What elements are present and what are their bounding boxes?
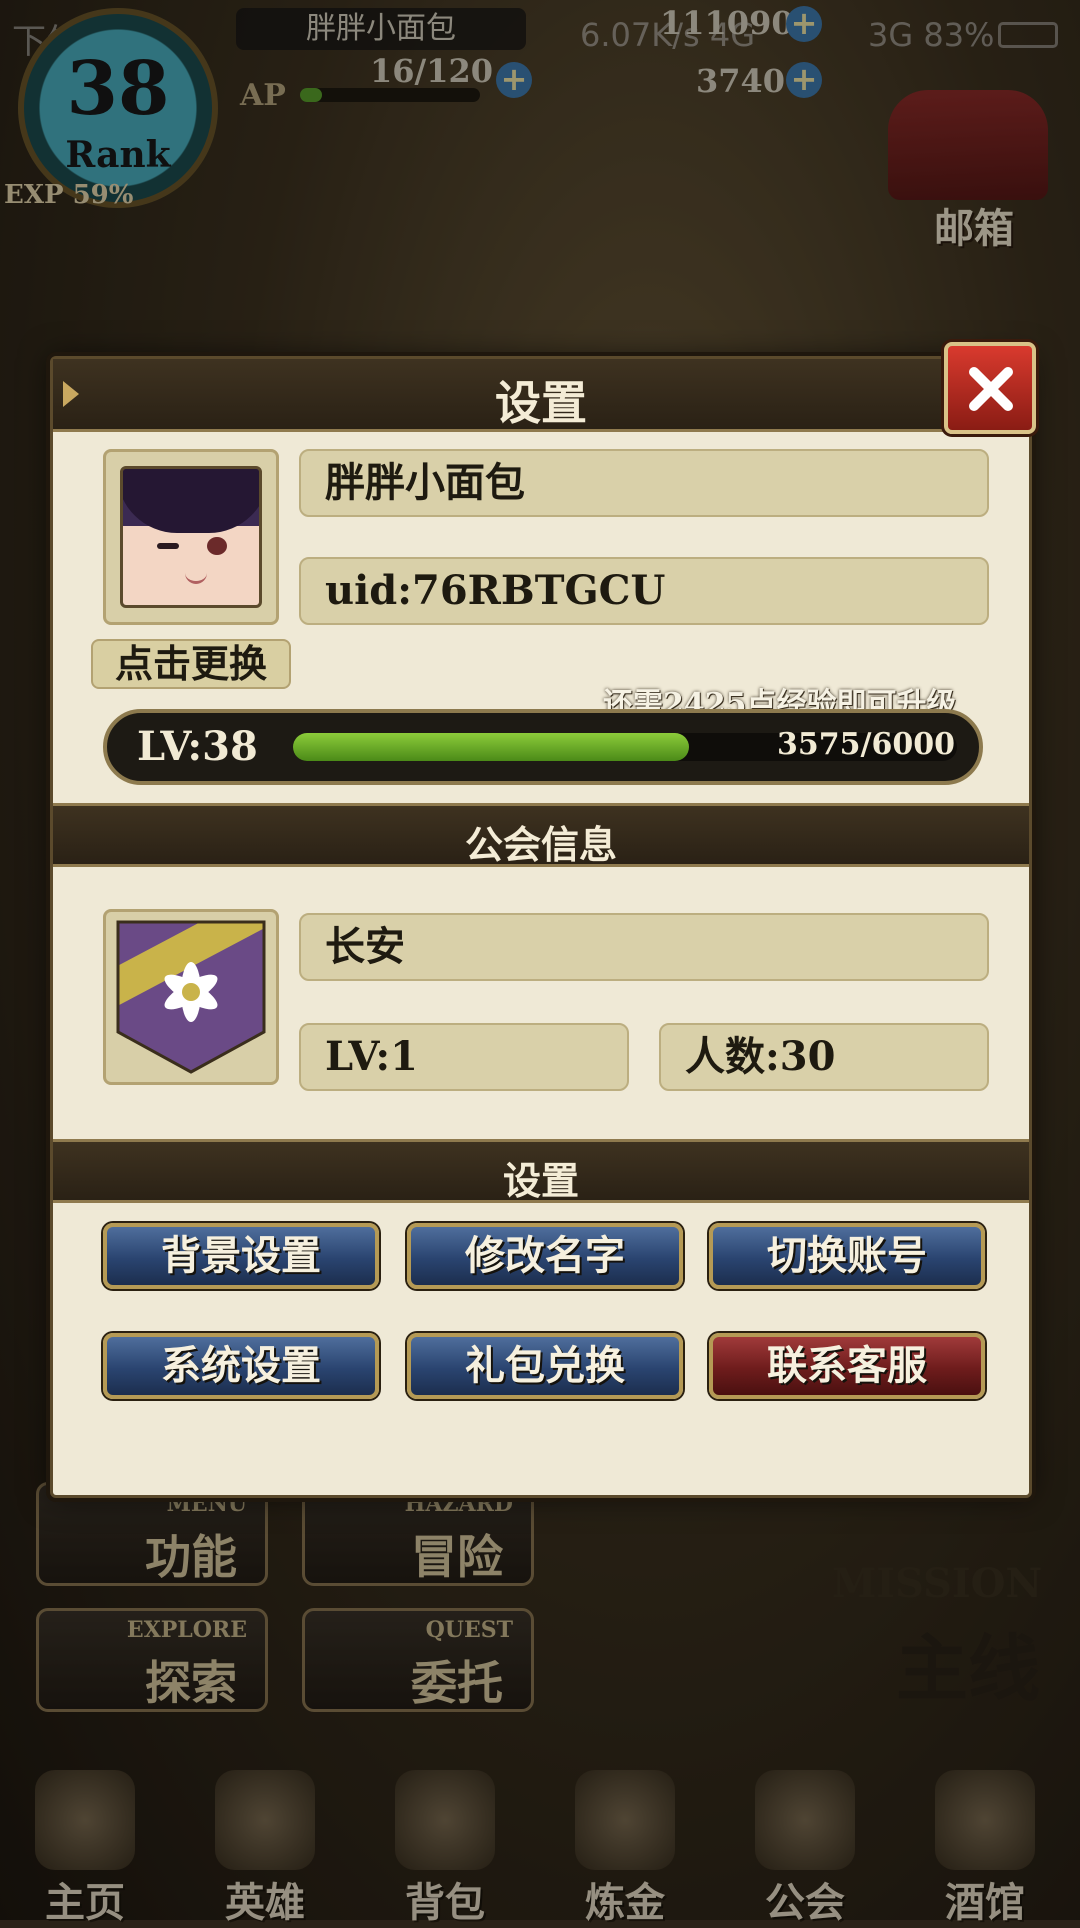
settings-section-title: 设置 — [502, 1158, 579, 1203]
dialog-title: 设置 — [495, 376, 587, 430]
uid-field: uid:76RBTGCU — [299, 557, 989, 625]
guild-section-header: 公会信息 — [53, 803, 1029, 867]
contact-support-button[interactable]: 联系客服 — [709, 1333, 985, 1399]
avatar — [120, 466, 262, 608]
guild-name-field: 长安 — [299, 913, 989, 981]
dialog-header: 设置 — [53, 359, 1029, 432]
avatar-hair — [123, 469, 259, 533]
guild-level-field: LV:1 — [299, 1023, 629, 1091]
guild-members-field: 人数:30 — [659, 1023, 989, 1091]
level-label: LV:38 — [137, 723, 258, 770]
gift-redeem-button[interactable]: 礼包兑换 — [407, 1333, 683, 1399]
player-name-field: 胖胖小面包 — [299, 449, 989, 517]
switch-account-button[interactable]: 切换账号 — [709, 1223, 985, 1289]
exp-fill — [293, 733, 689, 761]
avatar-eye — [157, 543, 179, 549]
change-avatar-button[interactable]: 点击更换 — [91, 639, 291, 689]
guild-section-title: 公会信息 — [464, 822, 617, 867]
rename-button[interactable]: 修改名字 — [407, 1223, 683, 1289]
settings-section-header: 设置 — [53, 1139, 1029, 1203]
settings-dialog: 设置 点击更换 胖胖小面包 uid:76RBTGCU 还需2425点经验即可升级… — [50, 356, 1032, 1498]
system-settings-button[interactable]: 系统设置 — [103, 1333, 379, 1399]
avatar-frame[interactable] — [103, 449, 279, 625]
exp-value: 3575/6000 — [777, 727, 955, 762]
close-button[interactable] — [944, 342, 1036, 434]
close-icon — [969, 367, 1013, 411]
guild-emblem-frame — [103, 909, 279, 1085]
avatar-eye — [207, 537, 227, 555]
background-settings-button[interactable]: 背景设置 — [103, 1223, 379, 1289]
guild-emblem-icon — [116, 920, 266, 1074]
level-bar: LV:38 3575/6000 — [103, 709, 983, 785]
avatar-mouth — [185, 573, 207, 584]
